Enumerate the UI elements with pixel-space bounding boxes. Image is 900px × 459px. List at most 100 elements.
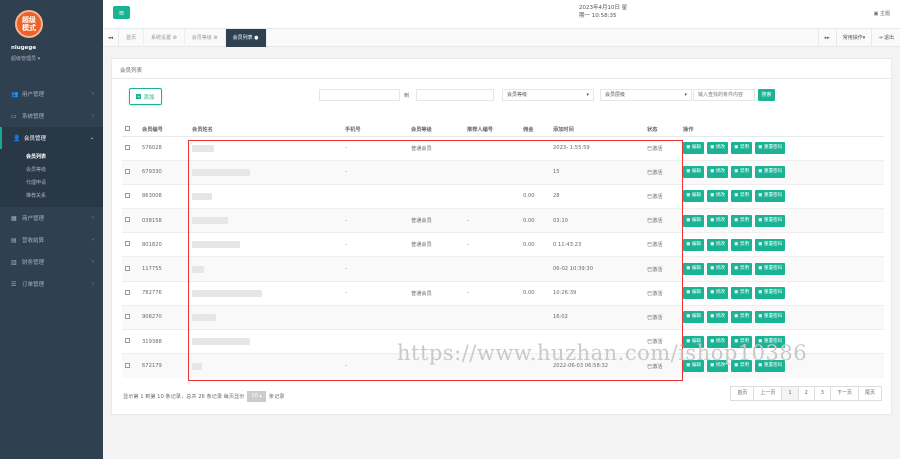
row-op-button[interactable]: ▣ 编辑 xyxy=(683,142,705,155)
row-op-button[interactable]: ▣ 编辑 xyxy=(683,238,705,251)
page-button[interactable]: 1 xyxy=(781,387,798,400)
row-op-button[interactable]: ▣ 禁用 xyxy=(731,166,753,179)
row-op-button[interactable]: ▣ 修改 xyxy=(707,190,729,203)
row-checkbox-cell[interactable] xyxy=(122,135,139,161)
user-role[interactable]: 超级管理员 ▾ xyxy=(11,55,40,62)
row-op-button[interactable]: ▣ 重置密码 xyxy=(755,311,786,324)
row-checkbox[interactable] xyxy=(125,168,130,174)
theme-button[interactable]: ▣ 主题 xyxy=(874,10,890,17)
row-op-button[interactable]: ▣ 修改 xyxy=(707,238,729,251)
row-checkbox[interactable] xyxy=(125,241,130,247)
tier-select[interactable]: 会员层级 ▾ xyxy=(600,89,692,101)
row-op-button[interactable]: ▣ 重置密码 xyxy=(755,263,786,276)
row-checkbox-cell[interactable] xyxy=(122,232,139,257)
row-op-button[interactable]: ▣ 修改 xyxy=(707,166,729,179)
row-op-button[interactable]: ▣ 重置密码 xyxy=(755,287,786,300)
search-input[interactable]: 输入查找的条件内容 xyxy=(693,89,755,101)
row-checkbox[interactable] xyxy=(125,217,130,223)
page-button[interactable]: 尾页 xyxy=(857,387,881,400)
tab-scroll-right-button[interactable]: ▸▸ xyxy=(817,29,836,47)
row-checkbox[interactable] xyxy=(125,192,130,198)
submenu-item[interactable]: 推荐关系 xyxy=(0,190,103,203)
level-select[interactable]: 会员等级 ▾ xyxy=(502,89,594,101)
list-icon: ☰ xyxy=(11,280,17,288)
row-checkbox[interactable] xyxy=(125,289,130,295)
row-checkbox-cell[interactable] xyxy=(122,304,139,330)
finance-icon: ▥ xyxy=(11,258,17,266)
row-checkbox[interactable] xyxy=(125,362,130,368)
tab-scroll-left-button[interactable]: ◂◂ xyxy=(103,29,119,47)
sidebar-item-5[interactable]: ▥ 财务管理 ‹ xyxy=(0,251,103,273)
row-op-button[interactable]: ▣ 编辑 xyxy=(683,190,705,203)
row-checkbox[interactable] xyxy=(125,338,130,344)
row-op-button[interactable]: ▣ 修改 xyxy=(707,214,729,227)
sidebar-item-0[interactable]: 👥 用户管理 ‹ xyxy=(0,83,103,105)
page-size-select[interactable]: 10 ▴ xyxy=(247,391,266,402)
user-name[interactable]: nlugege xyxy=(11,45,36,51)
row-op-button[interactable]: ▣ 禁用 xyxy=(731,238,753,251)
chevron-left-icon: ‹ xyxy=(92,91,94,97)
menu-toggle-button[interactable]: ≡ xyxy=(113,6,130,19)
row-op-button[interactable]: ▣ 禁用 xyxy=(731,287,753,300)
sidebar-item-1[interactable]: ▭ 系统管理 ‹ xyxy=(0,105,103,127)
row-op-button[interactable]: ▣ 重置密码 xyxy=(755,166,786,179)
row-op-button[interactable]: ▣ 修改 xyxy=(707,311,729,324)
tab-1[interactable]: 系统设置 ⊗ xyxy=(144,29,185,47)
users-icon: 👥 xyxy=(11,90,19,98)
date-to-input[interactable] xyxy=(416,89,494,101)
row-op-button[interactable]: ▣ 编辑 xyxy=(683,214,705,227)
row-checkbox-cell[interactable] xyxy=(122,280,139,306)
page-button[interactable]: 上一页 xyxy=(753,387,782,400)
row-op-button[interactable]: ▣ 编辑 xyxy=(683,166,705,179)
row-op-button[interactable]: ▣ 编辑 xyxy=(683,263,705,276)
row-op-button[interactable]: ▣ 禁用 xyxy=(731,263,753,276)
common-ops-dropdown[interactable]: 常用操作▾ xyxy=(835,29,872,47)
tabs: 首页 系统设置 ⊗ 会员等级 ⊗ 会员列表 ● xyxy=(119,29,267,47)
row-op-button[interactable]: ▣ 禁用 xyxy=(731,311,753,324)
sidebar-item-4[interactable]: ▤ 营收结算 ‹ xyxy=(0,229,103,251)
sidebar-item-3[interactable]: ▦ 商户管理 ‹ xyxy=(0,207,103,229)
page-button[interactable]: 3 xyxy=(813,387,830,400)
add-button[interactable]: + 添加 xyxy=(129,88,162,105)
row-op-button[interactable]: ▣ 禁用 xyxy=(731,190,753,203)
submenu-item[interactable]: 代理申请 xyxy=(0,177,103,190)
tab-3[interactable]: 会员列表 ● xyxy=(225,29,267,47)
paging-info: 显示第 1 到第 10 条记录，总共 26 条记录 每页显示 10 ▴ 条记录 xyxy=(123,391,285,402)
row-checkbox-cell[interactable] xyxy=(122,183,139,209)
row-checkbox[interactable] xyxy=(125,313,130,319)
row-checkbox-cell[interactable] xyxy=(122,328,139,354)
row-op-button[interactable]: ▣ 修改 xyxy=(707,263,729,276)
sidebar-item-6[interactable]: ☰ 订单管理 ‹ xyxy=(0,273,103,295)
row-op-button[interactable]: ▣ 编辑 xyxy=(683,311,705,324)
tab-2[interactable]: 会员等级 ⊗ xyxy=(185,29,226,47)
row-op-button[interactable]: ▣ 重置密码 xyxy=(755,214,786,227)
page-button[interactable]: 首页 xyxy=(731,387,754,400)
row-op-button[interactable]: ▣ 重置密码 xyxy=(755,238,786,251)
submenu-item[interactable]: 会员列表 xyxy=(0,151,103,164)
row-checkbox-cell[interactable] xyxy=(122,159,139,185)
row-op-button[interactable]: ▣ 重置密码 xyxy=(755,142,786,155)
column-header[interactable] xyxy=(122,123,139,137)
row-op-button[interactable]: ▣ 编辑 xyxy=(683,287,705,300)
chevron-down-icon: ⌄ xyxy=(89,135,94,141)
row-op-button[interactable]: ▣ 重置密码 xyxy=(755,190,786,203)
row-op-button[interactable]: ▣ 禁用 xyxy=(731,214,753,227)
submenu-item[interactable]: 会员等级 xyxy=(0,164,103,177)
row-op-button[interactable]: ▣ 禁用 xyxy=(731,142,753,155)
sidebar-item-label: 营收结算 xyxy=(22,238,45,244)
search-button[interactable]: 搜索 xyxy=(758,89,775,101)
logout-button[interactable]: ⇥ 退出 xyxy=(871,29,900,47)
row-checkbox[interactable] xyxy=(125,265,130,271)
row-checkbox-cell[interactable] xyxy=(122,353,139,378)
tab-0[interactable]: 首页 xyxy=(119,29,145,47)
row-checkbox-cell[interactable] xyxy=(122,208,139,233)
sidebar-item-2[interactable]: 👤 会员管理 ⌄ xyxy=(0,127,103,149)
select-all-checkbox[interactable] xyxy=(125,125,130,131)
row-checkbox[interactable] xyxy=(125,144,130,150)
row-op-button[interactable]: ▣ 修改 xyxy=(707,287,729,300)
row-checkbox-cell[interactable] xyxy=(122,256,139,282)
page-button[interactable]: 2 xyxy=(797,387,814,400)
row-op-button[interactable]: ▣ 修改 xyxy=(707,142,729,155)
date-from-input[interactable] xyxy=(319,89,400,101)
page-button[interactable]: 下一页 xyxy=(829,387,858,400)
